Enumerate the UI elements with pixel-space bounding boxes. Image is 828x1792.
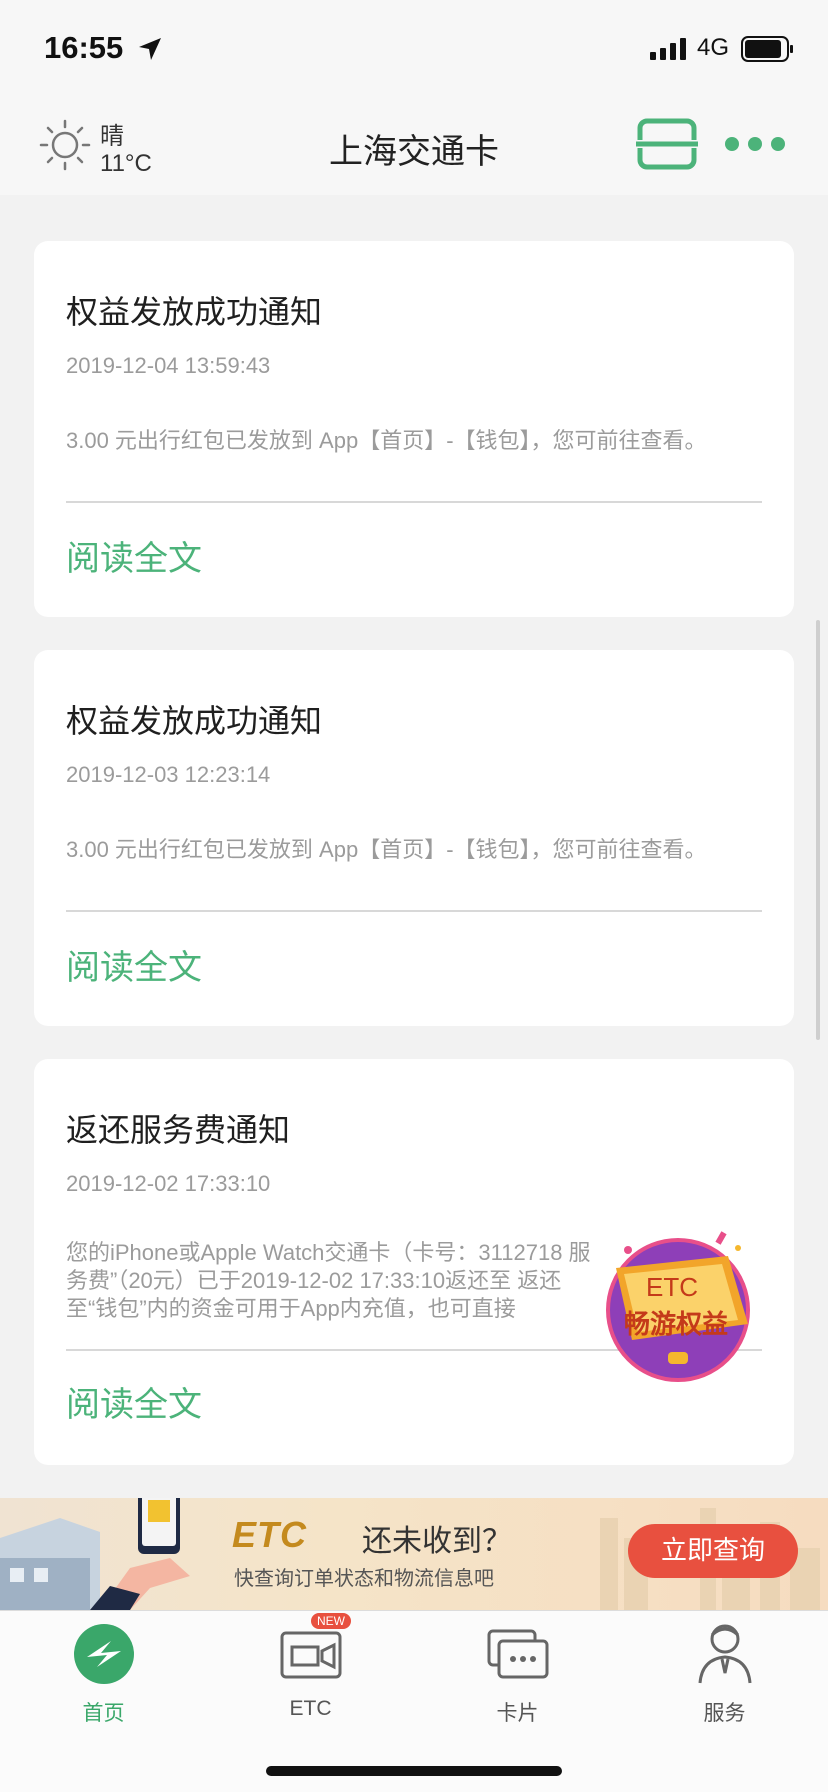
tab-home[interactable]: 首页: [0, 1611, 207, 1731]
status-time: 16:55: [44, 30, 124, 65]
network-type: 4G: [697, 34, 730, 61]
notification-time: 2019-12-03 12:23:14: [66, 762, 271, 787]
notification-time: 2019-12-04 13:59:43: [66, 353, 271, 378]
page-title: 上海交通卡: [329, 132, 499, 172]
notification-card[interactable]: 权益发放成功通知 2019-12-04 13:59:43 3.00 元出行红包已…: [34, 241, 794, 617]
card-divider: [66, 501, 762, 503]
cards-icon: [487, 1629, 549, 1679]
read-more-link[interactable]: 阅读全文: [66, 940, 202, 989]
banner-subline: 快查询订单状态和物流信息吧: [234, 1566, 494, 1590]
home-icon: [74, 1624, 134, 1684]
home-indicator[interactable]: [266, 1766, 562, 1776]
read-more-link[interactable]: 阅读全文: [66, 531, 202, 580]
etc-icon: [280, 1631, 342, 1679]
tab-label: 卡片: [496, 1702, 539, 1725]
signal-icon: [650, 38, 686, 60]
tab-etc[interactable]: NEW ETC: [207, 1611, 414, 1731]
etc-benefit-float-button[interactable]: ETC 畅游权益: [598, 1228, 766, 1384]
notification-card[interactable]: 权益发放成功通知 2019-12-03 12:23:14 3.00 元出行红包已…: [34, 650, 794, 1026]
card-divider: [66, 910, 762, 912]
nav-bar: 晴 11°C 上海交通卡: [0, 100, 828, 195]
banner-headline: 还未收到？: [362, 1524, 512, 1559]
tab-service[interactable]: 服务: [621, 1611, 828, 1731]
notification-body: 3.00 元出行红包已发放到 App【首页】-【钱包】，您可前往查看。: [66, 837, 707, 862]
etc-float-line2: 畅游权益: [624, 1310, 729, 1340]
tab-label: 服务: [703, 1702, 746, 1725]
tab-label: ETC: [289, 1697, 332, 1720]
notification-title: 权益发放成功通知: [66, 702, 323, 740]
notification-body: 您的iPhone或Apple Watch交通卡（卡号：3112718 服务费”（…: [66, 1240, 591, 1321]
read-more-link[interactable]: 阅读全文: [66, 1377, 202, 1426]
notification-list[interactable]: 权益发放成功通知 2019-12-04 13:59:43 3.00 元出行红包已…: [0, 195, 828, 1610]
battery-icon: [741, 36, 793, 62]
service-icon: [698, 1624, 752, 1684]
tab-bar: 首页 NEW ETC 卡片 服务: [0, 1610, 828, 1792]
tab-label: 首页: [82, 1702, 125, 1725]
etc-float-line1: ETC: [646, 1272, 698, 1302]
notification-title: 返还服务费通知: [66, 1111, 291, 1149]
notification-title: 权益发放成功通知: [66, 293, 323, 331]
notification-body: 3.00 元出行红包已发放到 App【首页】-【钱包】，您可前往查看。: [66, 428, 707, 453]
scrollbar[interactable]: [816, 620, 820, 1040]
tab-cards[interactable]: 卡片: [414, 1611, 621, 1731]
status-bar: 16:55 4G: [0, 0, 828, 100]
notification-time: 2019-12-02 17:33:10: [66, 1171, 271, 1196]
new-badge: NEW: [311, 1613, 351, 1629]
etc-promo-banner[interactable]: ETC 还未收到？ 快查询订单状态和物流信息吧 立即查询: [0, 1498, 828, 1610]
scan-icon[interactable]: [636, 118, 698, 170]
query-now-button[interactable]: 立即查询: [628, 1524, 798, 1578]
more-icon[interactable]: [722, 130, 788, 158]
banner-brand: ETC: [232, 1514, 307, 1555]
location-arrow-icon: [139, 38, 161, 60]
